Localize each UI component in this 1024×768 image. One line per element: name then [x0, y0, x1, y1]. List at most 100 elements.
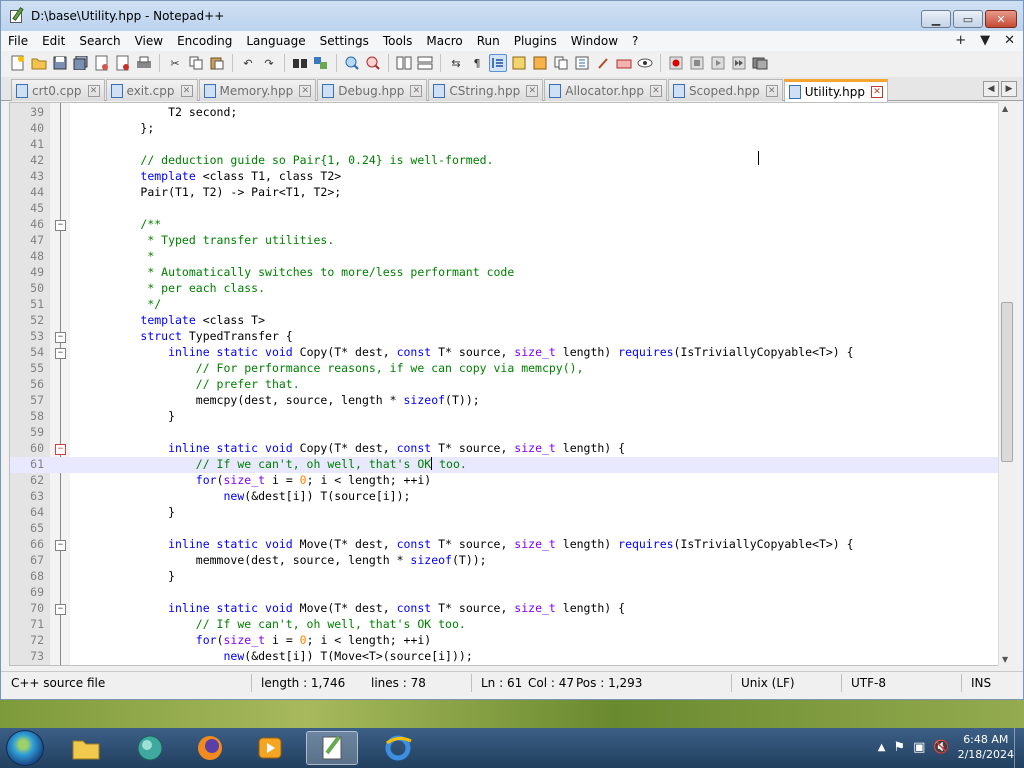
show-hidden-icons-icon[interactable]: ▲ [878, 742, 886, 753]
code-line[interactable]: 58 } [10, 409, 1014, 425]
code-line[interactable]: 60− inline static void Copy(T* dest, con… [10, 441, 1014, 457]
replace-icon[interactable] [312, 54, 330, 72]
redo-icon[interactable]: ↷ [260, 54, 278, 72]
menu-search[interactable]: Search [72, 34, 127, 48]
sync-horizontal-icon[interactable] [416, 54, 434, 72]
status-eol[interactable]: Unix (LF) [741, 676, 795, 690]
fold-toggle-icon[interactable]: − [55, 444, 66, 455]
code-line[interactable]: 55 // For performance reasons, if we can… [10, 361, 1014, 377]
menu-run[interactable]: Run [470, 34, 507, 48]
taskbar-firefox[interactable] [184, 731, 236, 765]
document-map-icon[interactable] [531, 54, 549, 72]
code-line[interactable]: 48 * [10, 249, 1014, 265]
tab-scoped-hpp[interactable]: Scoped.hpp ✕ [667, 79, 783, 101]
taskbar-media-player[interactable] [244, 731, 296, 765]
code-line[interactable]: 62 for(size_t i = 0; i < length; ++i) [10, 473, 1014, 489]
tab-debug-hpp[interactable]: Debug.hpp ✕ [317, 79, 428, 101]
menu-plugins[interactable]: Plugins [507, 34, 564, 48]
code-line[interactable]: 73 new(&dest[i]) T(Move<T>(source[i])); [10, 649, 1014, 665]
taskbar-explorer[interactable] [60, 731, 112, 765]
notepadpp-app-icon[interactable] [9, 7, 25, 24]
tab-close-icon[interactable]: ✕ [87, 84, 100, 97]
user-defined-language-icon[interactable] [510, 54, 528, 72]
code-line[interactable]: 40 }; [10, 121, 1014, 137]
close-all-icon[interactable] [114, 54, 132, 72]
code-line[interactable]: 44 Pair(T1, T2) -> Pair<T1, T2>; [10, 185, 1014, 201]
tab-allocator-hpp[interactable]: Allocator.hpp ✕ [544, 79, 667, 101]
word-wrap-icon[interactable]: ⇆ [447, 54, 465, 72]
code-line[interactable]: 66− inline static void Move(T* dest, con… [10, 537, 1014, 553]
code-line[interactable]: 41 [10, 137, 1014, 153]
paste-icon[interactable] [208, 54, 226, 72]
plus-icon[interactable]: + [955, 33, 966, 48]
code-line[interactable]: 69 [10, 585, 1014, 601]
tab-memory-hpp[interactable]: Memory.hpp ✕ [198, 79, 317, 101]
maximize-button[interactable]: ▭ [953, 10, 983, 28]
zoom-out-icon[interactable] [364, 54, 382, 72]
taskbar-notepadpp[interactable] [306, 731, 358, 765]
dropdown-icon[interactable]: ▼ [980, 33, 990, 48]
stop-macro-icon[interactable] [688, 54, 706, 72]
code-line[interactable]: 47 * Typed transfer utilities. [10, 233, 1014, 249]
code-line[interactable]: 57 memcpy(dest, source, length * sizeof(… [10, 393, 1014, 409]
menu-macro[interactable]: Macro [419, 34, 469, 48]
monitoring-icon[interactable] [615, 54, 633, 72]
code-line[interactable]: 54− inline static void Copy(T* dest, con… [10, 345, 1014, 361]
menu-language[interactable]: Language [239, 34, 312, 48]
menu-settings[interactable]: Settings [313, 34, 376, 48]
show-desktop-button[interactable] [1014, 728, 1024, 768]
code-line[interactable]: 72 for(size_t i = 0; i < length; ++i) [10, 633, 1014, 649]
save-all-icon[interactable] [72, 54, 90, 72]
code-line[interactable]: 51 */ [10, 297, 1014, 313]
code-line[interactable]: 70− inline static void Move(T* dest, con… [10, 601, 1014, 617]
scroll-up-icon[interactable]: ▲ [1002, 104, 1008, 113]
tab-crt0-cpp[interactable]: crt0.cpp ✕ [11, 79, 105, 101]
status-insert-mode[interactable]: INS [971, 676, 991, 690]
new-file-icon[interactable] [9, 54, 27, 72]
code-editor[interactable]: 39 T2 second; 40 }; 41 42 // deduction guid… [9, 102, 1015, 666]
code-line[interactable]: 59 [10, 425, 1014, 441]
code-line[interactable]: 64 } [10, 505, 1014, 521]
tab-close-icon[interactable]: ✕ [299, 84, 312, 97]
code-line[interactable]: 46− /** [10, 217, 1014, 233]
zoom-in-icon[interactable] [343, 54, 361, 72]
eye-icon[interactable] [636, 54, 654, 72]
record-macro-icon[interactable] [667, 54, 685, 72]
code-line[interactable]: 68 } [10, 569, 1014, 585]
menu-encoding[interactable]: Encoding [170, 34, 239, 48]
flag-icon[interactable]: ⚑ [893, 740, 905, 755]
fold-toggle-icon[interactable]: − [55, 604, 66, 615]
menu-window[interactable]: Window [564, 34, 625, 48]
code-line[interactable]: 52 template <class T> [10, 313, 1014, 329]
status-encoding[interactable]: UTF-8 [851, 676, 886, 690]
menu-tools[interactable]: Tools [376, 34, 420, 48]
tab-scroll-right-icon[interactable]: ▶ [1001, 81, 1017, 97]
open-file-icon[interactable] [30, 54, 48, 72]
taskbar-internet-explorer[interactable] [372, 731, 424, 765]
save-icon[interactable] [51, 54, 69, 72]
close-file-icon[interactable] [93, 54, 111, 72]
fold-toggle-icon[interactable]: − [55, 540, 66, 551]
tab-close-icon[interactable]: ✕ [871, 86, 884, 98]
tab-cstring-hpp[interactable]: CString.hpp ✕ [428, 79, 544, 101]
run-macro-multiple-icon[interactable] [730, 54, 748, 72]
tab-close-icon[interactable]: ✕ [410, 84, 423, 97]
folder-as-workspace-icon[interactable] [594, 54, 612, 72]
tab-exit-cpp[interactable]: exit.cpp ✕ [105, 79, 198, 101]
fold-toggle-icon[interactable]: − [55, 348, 66, 359]
function-list-icon[interactable] [573, 54, 591, 72]
tab-close-icon[interactable]: ✕ [180, 84, 193, 97]
vertical-scrollbar[interactable]: ▲ ▼ [998, 102, 1015, 666]
find-icon[interactable] [291, 54, 309, 72]
volume-muted-icon[interactable]: 🔇 [933, 740, 949, 755]
code-line[interactable]: 63 new(&dest[i]) T(source[i]); [10, 489, 1014, 505]
code-line[interactable]: 65 [10, 521, 1014, 537]
tab-close-icon[interactable]: ✕ [649, 84, 662, 97]
close-document-icon[interactable]: ✕ [1004, 33, 1015, 48]
code-line[interactable]: 53− struct TypedTransfer { [10, 329, 1014, 345]
code-line[interactable]: 45 [10, 201, 1014, 217]
menu-edit[interactable]: Edit [35, 34, 72, 48]
print-icon[interactable] [135, 54, 153, 72]
fold-toggle-icon[interactable]: − [55, 220, 66, 231]
indent-guide-icon[interactable] [489, 54, 507, 72]
